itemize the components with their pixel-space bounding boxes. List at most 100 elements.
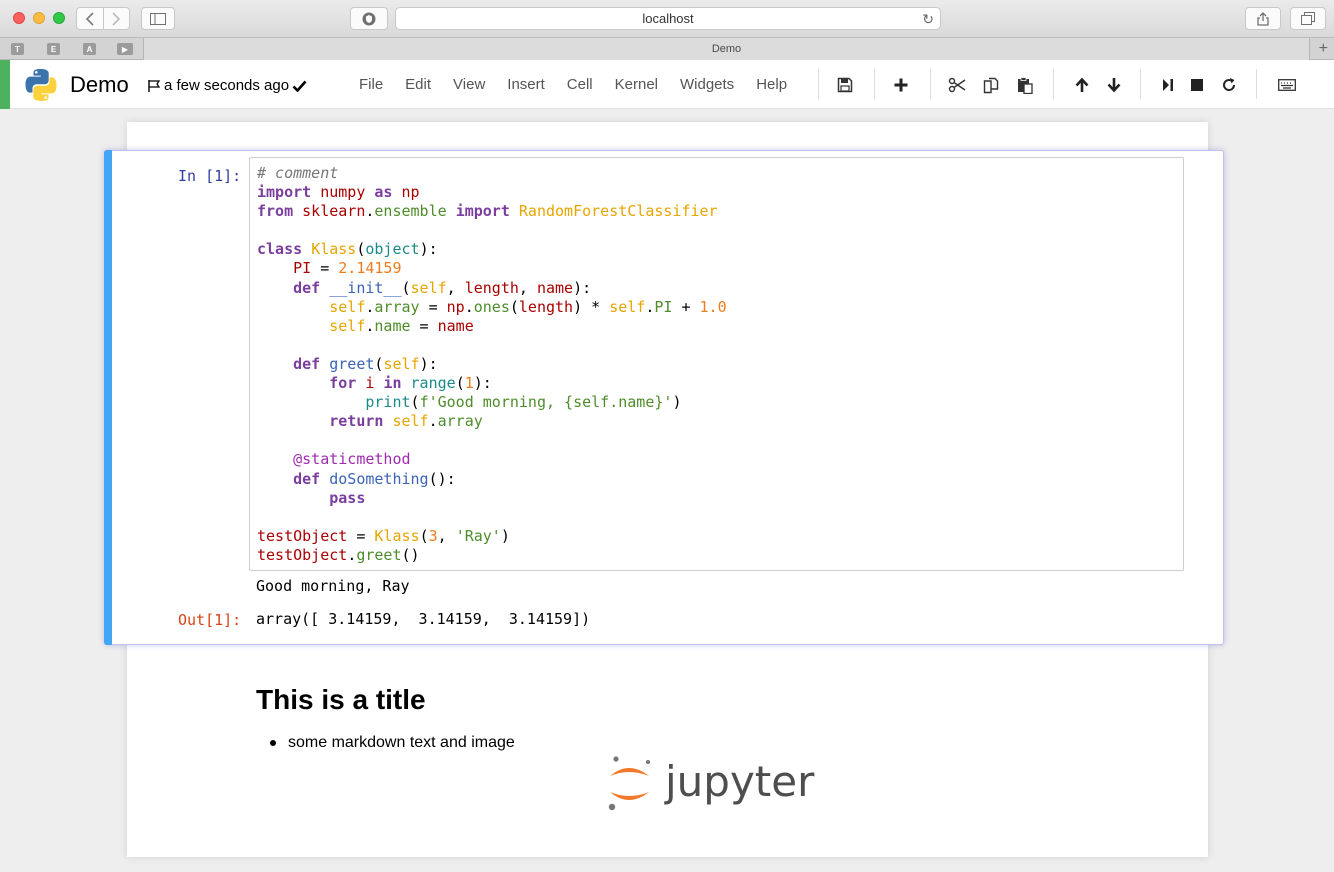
shield-icon	[362, 12, 376, 25]
code-line: from sklearn.ensemble import RandomFores…	[257, 202, 727, 221]
chevron-left-icon	[85, 11, 94, 26]
save-icon[interactable]	[834, 74, 856, 96]
menu-file[interactable]: File	[348, 75, 394, 95]
menu-view[interactable]: View	[442, 75, 496, 95]
checkpoint-flag-icon	[148, 79, 161, 92]
code-token: import	[257, 183, 312, 202]
code-token: Klass	[311, 240, 357, 259]
code-token: greet	[329, 354, 375, 373]
favorite-a[interactable]: A	[83, 43, 96, 55]
code-token: 3	[428, 526, 438, 545]
code-token: @staticmethod	[293, 450, 411, 469]
url-text: localhost	[642, 11, 694, 26]
minimize-window-button[interactable]	[33, 12, 45, 24]
move-up-icon[interactable]	[1071, 74, 1093, 96]
jupyter-logo-icon: jupyter	[608, 756, 815, 811]
tab-demo[interactable]: Demo	[144, 38, 1310, 60]
move-down-icon[interactable]	[1103, 74, 1125, 96]
zoom-window-button[interactable]	[53, 12, 65, 24]
copy-icon[interactable]	[980, 74, 1002, 96]
tab-bar: T E A ▶ Demo +	[0, 38, 1334, 60]
markdown-bullet-text: some markdown text and image	[288, 734, 515, 751]
code-token: (	[419, 526, 429, 545]
restart-icon[interactable]	[1218, 74, 1240, 96]
stop-icon[interactable]	[1186, 74, 1208, 96]
sidebar-button[interactable]	[141, 7, 175, 30]
chevron-right-icon	[112, 11, 121, 26]
favorite-video-icon[interactable]: ▶	[117, 43, 133, 55]
code-token: 'Ray'	[455, 526, 501, 545]
reload-icon[interactable]: ↻	[922, 11, 934, 28]
share-icon	[1257, 11, 1269, 26]
code-line: print(f'Good morning, {self.name}')	[257, 393, 727, 412]
code-token: def	[293, 469, 321, 488]
menu-widgets[interactable]: Widgets	[669, 75, 745, 95]
menu-help[interactable]: Help	[745, 75, 798, 95]
code-token: import	[455, 202, 510, 221]
code-token: )	[500, 526, 510, 545]
menu-edit[interactable]: Edit	[394, 75, 442, 95]
code-token: testObject	[257, 526, 348, 545]
forward-button[interactable]	[102, 8, 130, 29]
notebook-title[interactable]: Demo	[70, 72, 129, 98]
code-token: doSomething	[329, 469, 429, 488]
code-token: 1.0	[699, 297, 727, 316]
checkmark-icon	[292, 80, 307, 92]
toolbar-separator	[930, 69, 931, 99]
cut-icon[interactable]	[946, 74, 968, 96]
code-token: ):	[573, 278, 592, 297]
code-token: ,	[437, 526, 456, 545]
paste-icon[interactable]	[1014, 74, 1036, 96]
code-token: ):	[419, 240, 438, 259]
run-icon[interactable]	[1157, 74, 1179, 96]
code-token: +	[672, 297, 700, 316]
code-text[interactable]: # comment import numpy as np from sklearn.…	[257, 164, 727, 565]
code-token: print	[365, 393, 411, 412]
code-token: self	[609, 297, 646, 316]
code-token: .	[464, 297, 474, 316]
code-line: PI = 2.14159	[257, 259, 727, 278]
back-button[interactable]	[77, 8, 103, 29]
code-token: PI	[293, 259, 312, 278]
code-line: self.name = name	[257, 317, 727, 336]
code-line: testObject.greet()	[257, 546, 727, 565]
main-menu: File Edit View Insert Cell Kernel Widget…	[348, 75, 798, 95]
new-tab-icon[interactable]: +	[1319, 38, 1328, 60]
code-editor[interactable]: # comment import numpy as np from sklearn.…	[249, 157, 1184, 571]
cell-result: array([ 3.14159, 3.14159, 3.14159])	[256, 610, 591, 628]
address-bar[interactable]: localhost ↻	[395, 7, 941, 30]
code-line: self.array = np.ones(length) * self.PI +…	[257, 297, 727, 317]
code-token: PI	[654, 297, 673, 316]
close-window-button[interactable]	[13, 12, 25, 24]
code-token: np	[401, 183, 420, 202]
favorite-t[interactable]: T	[11, 43, 24, 55]
privacy-button[interactable]	[350, 7, 388, 30]
menu-cell[interactable]: Cell	[556, 75, 604, 95]
code-line: return self.array	[257, 412, 727, 431]
toolbar-separator	[1140, 69, 1141, 99]
cell-selection-bar	[104, 150, 112, 645]
code-token: sklearn	[302, 202, 366, 221]
code-token: length	[518, 297, 574, 316]
input-prompt: In [1]:	[178, 167, 242, 185]
tabs-overview-button[interactable]	[1290, 7, 1326, 30]
code-token: def	[293, 278, 321, 297]
favorite-e[interactable]: E	[47, 43, 60, 55]
menu-insert[interactable]: Insert	[496, 75, 556, 95]
bullet-icon	[270, 740, 276, 746]
code-token: 1	[464, 374, 474, 393]
keyboard-icon[interactable]	[1276, 74, 1298, 96]
menu-kernel[interactable]: Kernel	[604, 75, 669, 95]
add-cell-icon[interactable]	[890, 74, 912, 96]
share-button[interactable]	[1245, 7, 1281, 30]
